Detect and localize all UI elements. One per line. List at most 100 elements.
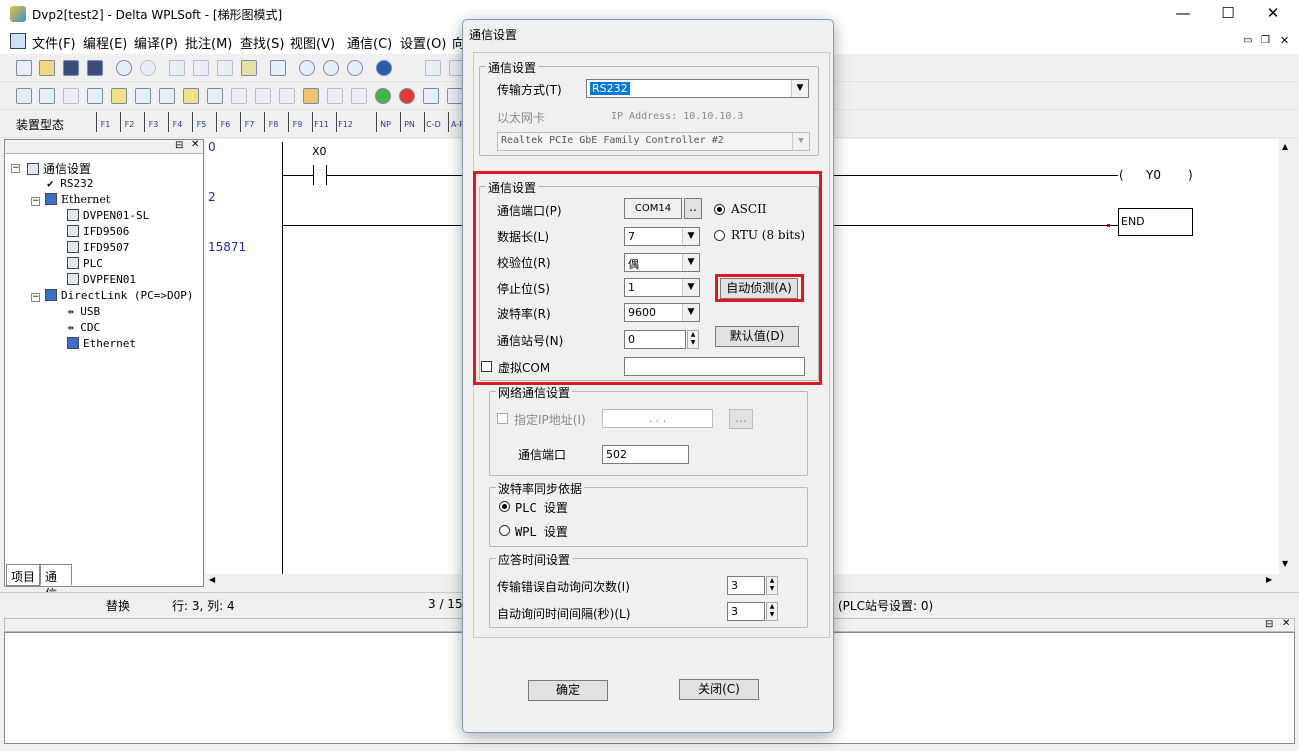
zoom-out-icon[interactable] <box>347 60 363 76</box>
mdi-close-icon[interactable]: ✕ <box>1280 34 1289 47</box>
plc-tool-9-icon[interactable] <box>207 88 223 104</box>
tree-item-ifd9507[interactable]: IFD9507 <box>67 241 129 254</box>
np-button[interactable]: NP <box>376 112 394 132</box>
plc-tool-3-icon[interactable] <box>63 88 79 104</box>
wpl-setting-radio[interactable] <box>499 525 510 536</box>
specify-ip-checkbox[interactable] <box>497 413 508 424</box>
plc-tool-8-icon[interactable] <box>183 88 199 104</box>
menu-edit[interactable]: 编程(E) <box>83 33 127 52</box>
plc-tool-19-icon[interactable] <box>447 88 463 104</box>
pn-button[interactable]: PN <box>400 112 418 132</box>
mdi-minimize-icon[interactable]: ▭ <box>1243 35 1252 46</box>
zoom-in-icon[interactable] <box>323 60 339 76</box>
plc-tool-11-icon[interactable] <box>255 88 271 104</box>
f3-button[interactable]: F3 <box>144 112 162 132</box>
plc-tool-4-icon[interactable] <box>87 88 103 104</box>
expand-directlink-icon[interactable]: − <box>31 293 40 302</box>
tree-item-dvpfen01[interactable]: DVPFEN01 <box>67 273 136 286</box>
close-window-button[interactable]: ✕ <box>1250 0 1296 28</box>
f4-button[interactable]: F4 <box>168 112 186 132</box>
eraser-icon[interactable] <box>241 60 257 76</box>
tree-item-dvpen01-sl[interactable]: DVPEN01-SL <box>67 209 149 222</box>
interval-spinner-icon[interactable]: ▲ ▼ <box>766 602 778 621</box>
plc-tool-2-icon[interactable] <box>39 88 55 104</box>
cd-button[interactable]: C-D <box>424 112 442 132</box>
scroll-right-icon[interactable]: ▶ <box>1266 575 1272 584</box>
f1-button[interactable]: F1 <box>96 112 114 132</box>
f7-button[interactable]: F7 <box>240 112 258 132</box>
scroll-up-icon[interactable]: ▲ <box>1282 142 1288 151</box>
nic-select[interactable]: Realtek PCIe GbE Family Controller #2 ▼ <box>497 132 810 151</box>
run-icon[interactable] <box>375 88 391 104</box>
menu-compile[interactable]: 编译(P) <box>134 33 178 52</box>
plc-tool-18-icon[interactable] <box>423 88 439 104</box>
refresh-icon[interactable] <box>270 60 286 76</box>
output-close-icon[interactable]: ✕ <box>1282 618 1290 629</box>
document-icon[interactable] <box>10 33 26 49</box>
end-instruction[interactable]: END <box>1118 208 1193 236</box>
tab-project[interactable]: 项目 <box>6 564 40 586</box>
tab-communication[interactable]: 通信 <box>40 564 72 601</box>
f9-button[interactable]: F9 <box>288 112 306 132</box>
chevron-down-icon[interactable]: ▼ <box>792 133 809 150</box>
vertical-scrollbar[interactable]: ▲ ▼ <box>1279 139 1295 574</box>
panel-close-icon[interactable]: ✕ <box>191 139 199 150</box>
cut-icon[interactable] <box>169 60 185 76</box>
transport-select[interactable]: RS232 ▼ <box>586 79 809 98</box>
maximize-button[interactable]: ☐ <box>1205 0 1251 28</box>
tree-item-cdc[interactable]: ⇸ CDC <box>67 321 100 334</box>
menu-search[interactable]: 查找(S) <box>240 33 284 52</box>
f8-button[interactable]: F8 <box>264 112 282 132</box>
ip-address-input[interactable]: . . . <box>602 409 713 428</box>
find-icon[interactable] <box>299 60 315 76</box>
retry-count-input[interactable]: 3 ▲ ▼ <box>727 576 778 595</box>
tree-item-ethernet-dop[interactable]: Ethernet <box>67 337 136 350</box>
plc-tool-12-icon[interactable] <box>279 88 295 104</box>
mdi-restore-icon[interactable]: ❐ <box>1261 35 1270 46</box>
tree-item-usb[interactable]: ⇸ USB <box>67 305 100 318</box>
plc-tool-13-icon[interactable] <box>303 88 319 104</box>
f11-button[interactable]: F11 <box>312 112 330 132</box>
toolbar-extra-icon[interactable] <box>425 60 441 76</box>
pin-icon[interactable]: ⊟ <box>175 140 183 151</box>
expand-root-icon[interactable]: − <box>11 164 20 173</box>
plc-tool-6-icon[interactable] <box>135 88 151 104</box>
paste-icon[interactable] <box>217 60 233 76</box>
chevron-down-icon[interactable]: ▼ <box>791 80 808 97</box>
menu-file[interactable]: 文件(F) <box>32 33 76 52</box>
open-file-icon[interactable] <box>39 60 55 76</box>
ip-browse-button[interactable]: ... <box>729 409 753 429</box>
plc-tool-5-icon[interactable] <box>111 88 127 104</box>
retry-spinner-icon[interactable]: ▲ ▼ <box>766 576 778 595</box>
plc-setting-radio[interactable] <box>499 501 510 512</box>
pin-icon[interactable]: ⊟ <box>1265 619 1273 630</box>
menu-view[interactable]: 视图(V) <box>290 33 335 52</box>
save-icon[interactable] <box>63 60 79 76</box>
scroll-down-icon[interactable]: ▼ <box>1282 559 1288 568</box>
tree-item-ethernet[interactable]: Ethernet <box>45 193 110 206</box>
plc-tool-7-icon[interactable] <box>159 88 175 104</box>
scroll-left-icon[interactable]: ◀ <box>209 575 215 584</box>
stop-icon[interactable] <box>399 88 415 104</box>
f5-button[interactable]: F5 <box>192 112 210 132</box>
menu-comment[interactable]: 批注(M) <box>185 33 232 52</box>
save-all-icon[interactable] <box>87 60 103 76</box>
tree-item-ifd9506[interactable]: IFD9506 <box>67 225 129 238</box>
plc-tool-14-icon[interactable] <box>327 88 343 104</box>
menu-settings[interactable]: 设置(O) <box>400 33 446 52</box>
tree-item-plc[interactable]: PLC <box>67 257 103 270</box>
tree-item-rs232[interactable]: ✔ RS232 <box>47 177 93 190</box>
menu-communication[interactable]: 通信(C) <box>347 33 392 52</box>
plc-tool-1-icon[interactable] <box>16 88 32 104</box>
copy-icon[interactable] <box>193 60 209 76</box>
redo-icon[interactable] <box>140 60 156 76</box>
interval-input[interactable]: 3 ▲ ▼ <box>727 602 778 621</box>
undo-icon[interactable] <box>116 60 132 76</box>
tree-item-directlink[interactable]: DirectLink (PC=>DOP) <box>45 289 193 302</box>
ok-button[interactable]: 确定 <box>528 680 608 701</box>
f2-button[interactable]: F2 <box>120 112 138 132</box>
close-button[interactable]: 关闭(C) <box>679 679 759 700</box>
network-port-input[interactable]: 502 <box>602 445 689 464</box>
new-file-icon[interactable] <box>16 60 32 76</box>
expand-ethernet-icon[interactable]: − <box>31 197 40 206</box>
